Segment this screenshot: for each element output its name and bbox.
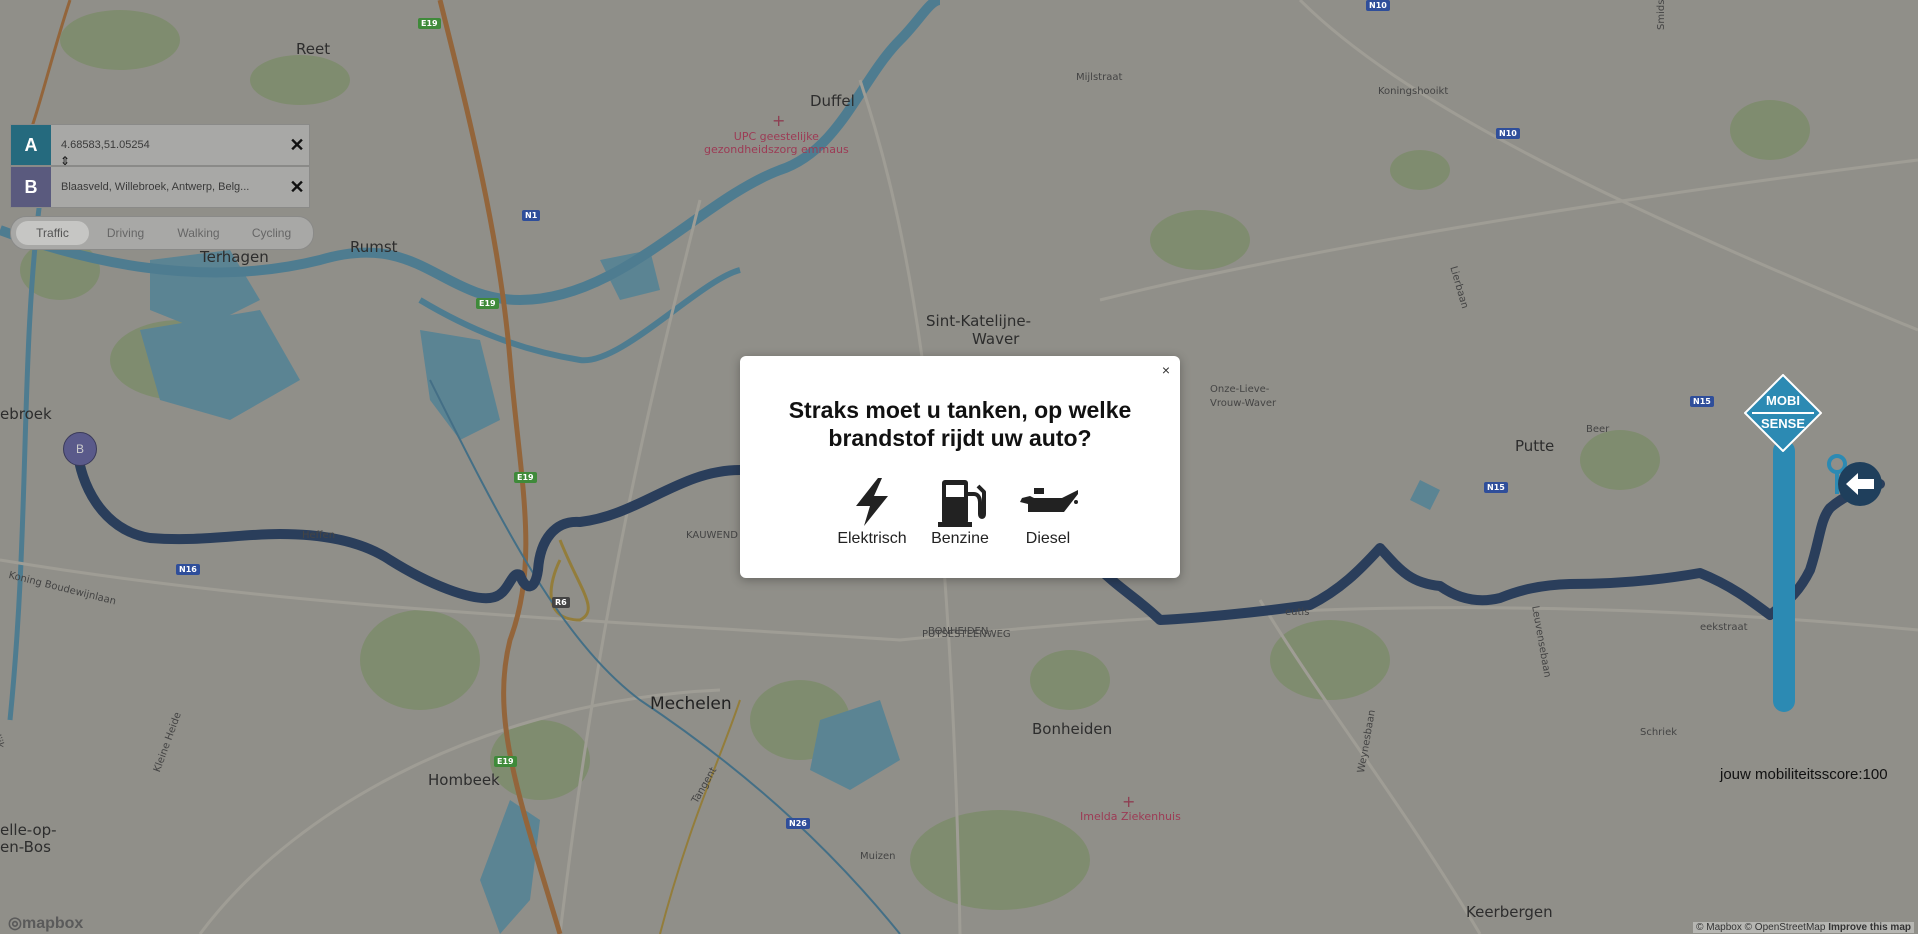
place-label: Bonheiden xyxy=(1032,720,1113,738)
mobility-score-text: jouw mobiliteitsscore:100 xyxy=(1720,766,1888,783)
mobility-score-bar xyxy=(1773,440,1795,712)
road-shield: N26 xyxy=(786,818,810,829)
place-label: Onze-Lieve- xyxy=(1210,384,1270,395)
origin-input[interactable] xyxy=(51,139,285,151)
fuel-option-label: Benzine xyxy=(931,530,989,547)
dialog-title: Straks moet u tanken, op welke brandstof… xyxy=(788,397,1132,451)
lightning-icon xyxy=(856,478,888,526)
place-label: Heffen xyxy=(302,530,336,541)
road-shield: N10 xyxy=(1366,0,1390,11)
oil-can-icon xyxy=(1020,488,1078,512)
place-label: Sint-Katelijne- xyxy=(926,312,1032,330)
place-label: Putte xyxy=(1515,437,1555,455)
clear-origin-button[interactable]: ✕ xyxy=(285,135,309,156)
road-shield: N15 xyxy=(1690,396,1714,407)
place-label: Mechelen xyxy=(650,694,732,714)
fuel-pump-icon xyxy=(938,480,986,527)
place-label: Reet xyxy=(296,40,331,58)
road-shield: E19 xyxy=(418,18,441,29)
road-shield: E19 xyxy=(476,298,499,309)
profile-walking[interactable]: Walking xyxy=(162,221,235,245)
attribution-mapbox-link[interactable]: © Mapbox xyxy=(1696,922,1742,933)
place-label: Keerbergen xyxy=(1466,903,1553,921)
back-button[interactable] xyxy=(1838,462,1882,506)
origin-badge: A xyxy=(11,125,51,165)
svg-text:SENSE: SENSE xyxy=(1761,416,1805,431)
arrow-left-icon xyxy=(1846,473,1874,495)
fuel-option-label: Elektrisch xyxy=(837,530,907,547)
place-label: Vrouw-Waver xyxy=(1210,398,1277,409)
place-label: KAUWEND xyxy=(686,530,738,541)
fuel-option-petrol[interactable]: Benzine xyxy=(923,476,997,548)
place-label: eekstraat xyxy=(1700,622,1748,633)
dialog-close-button[interactable]: × xyxy=(1162,362,1170,378)
profile-traffic[interactable]: Traffic xyxy=(16,221,89,245)
swap-icon[interactable]: ⇕ xyxy=(60,154,70,168)
fuel-option-electric[interactable]: Elektrisch xyxy=(835,476,909,548)
road-shield: N10 xyxy=(1496,128,1520,139)
mapbox-logo[interactable]: ◎mapbox xyxy=(8,913,83,933)
place-label: Mijlstraat xyxy=(1076,72,1123,83)
clear-destination-button[interactable]: ✕ xyxy=(285,177,309,198)
destination-row: B ✕ xyxy=(10,166,310,208)
fuel-option-diesel[interactable]: Diesel xyxy=(1011,476,1085,548)
place-label: Duffel xyxy=(810,92,855,110)
road-shield: E19 xyxy=(514,472,537,483)
place-label: eutis xyxy=(1285,607,1310,618)
place-label: elle-op- xyxy=(0,821,57,839)
road-shield: N16 xyxy=(176,564,200,575)
origin-row: A ✕ xyxy=(10,124,310,166)
place-label: Beer xyxy=(1586,424,1610,435)
profile-cycling[interactable]: Cycling xyxy=(235,221,308,245)
place-label: Schriek xyxy=(1640,727,1678,738)
profile-switcher: Traffic Driving Walking Cycling xyxy=(10,216,314,250)
place-label: Rumst xyxy=(350,238,398,256)
destination-marker[interactable]: B xyxy=(63,432,97,466)
place-label: PUTSESTEENWEG xyxy=(922,629,1011,640)
map-attribution: © Mapbox © OpenStreetMap Improve this ma… xyxy=(1693,922,1914,933)
place-label: Smidstraat xyxy=(1656,0,1667,30)
place-label: Koningshooikt xyxy=(1378,86,1449,97)
place-label: ebroek xyxy=(0,405,52,423)
fuel-type-dialog: × Straks moet u tanken, op welke brandst… xyxy=(740,356,1180,578)
directions-panel: A ✕ ⇕ B ✕ Traffic Driving Walking Cyclin… xyxy=(10,124,314,250)
mobisense-logo: MOBI SENSE xyxy=(1744,374,1822,452)
road-shield: N15 xyxy=(1484,482,1508,493)
poi-label: Imelda Ziekenhuis xyxy=(1080,810,1181,823)
destination-input[interactable] xyxy=(51,181,285,193)
place-label: Hombeek xyxy=(428,771,500,789)
poi-label: UPC geestelijke gezondheidszorg emmaus xyxy=(704,130,849,156)
attribution-osm-link[interactable]: © OpenStreetMap xyxy=(1745,922,1826,933)
place-label: Terhagen xyxy=(200,248,269,266)
fuel-option-label: Diesel xyxy=(1025,530,1071,547)
road-shield: R6 xyxy=(552,597,570,608)
profile-driving[interactable]: Driving xyxy=(89,221,162,245)
destination-marker-label: B xyxy=(75,442,84,456)
road-shield: N1 xyxy=(522,210,541,221)
svg-text:MOBI: MOBI xyxy=(1766,393,1800,408)
fuel-options: Elektrisch Benzine Diesel xyxy=(740,476,1180,548)
place-label: en-Bos xyxy=(0,838,51,856)
road-shield: E19 xyxy=(494,756,517,767)
destination-badge: B xyxy=(11,167,51,207)
improve-map-link[interactable]: Improve this map xyxy=(1828,922,1911,933)
place-label: Muizen xyxy=(860,851,896,862)
place-label: Waver xyxy=(972,330,1020,348)
